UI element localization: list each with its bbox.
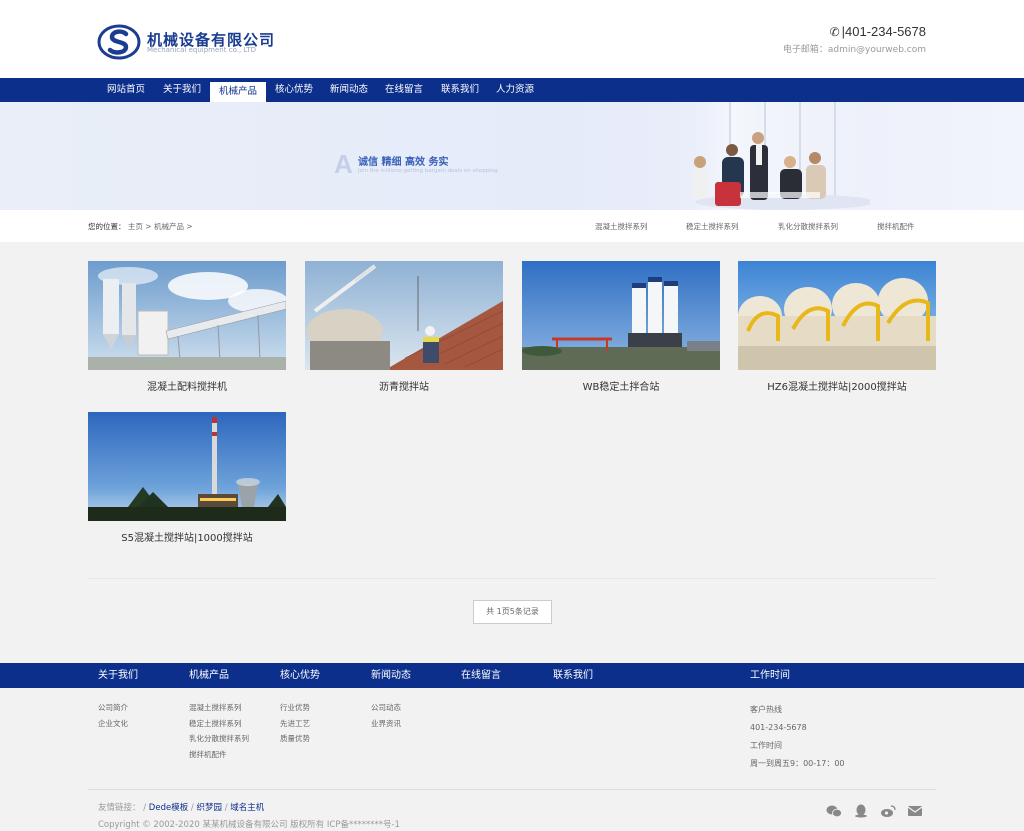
banner-slogan: 诚信 精细 高效 务实 (358, 157, 449, 168)
friend-link-dede[interactable]: Dede模板 (149, 803, 188, 813)
friend-link-zhimengyuan[interactable]: 织梦园 (196, 803, 222, 813)
footer-nav-products[interactable]: 机械产品 (189, 663, 229, 688)
nav-item-hr[interactable]: 人力资源 (487, 78, 543, 102)
subcat-concrete[interactable]: 混凝土搅拌系列 (595, 221, 648, 232)
nav-item-products[interactable]: 机械产品 (210, 82, 266, 102)
footer-col-advantage: 行业优势 先进工艺 质量优势 (280, 700, 310, 747)
product-image[interactable] (88, 261, 286, 370)
main-nav: 网站首页 关于我们 机械产品 核心优势 新闻动态 在线留言 联系我们 人力资源 (0, 78, 1024, 102)
product-name[interactable]: HZ6混凝土搅拌站|2000搅拌站 (738, 378, 936, 393)
qq-icon[interactable] (853, 804, 869, 818)
product-name[interactable]: 沥青搅拌站 (305, 378, 503, 393)
footer-link[interactable]: 质量优势 (280, 731, 310, 747)
product-card[interactable]: 沥青搅拌站 (305, 261, 503, 393)
product-image[interactable] (522, 261, 720, 370)
banner-letter: A (334, 149, 353, 179)
product-image[interactable] (305, 261, 503, 370)
pagination: 共 1页5条记录 (473, 600, 552, 624)
footer-nav-worktime: 工作时间 (750, 670, 790, 681)
footer-link[interactable]: 先进工艺 (280, 716, 310, 732)
subcat-stabilized[interactable]: 稳定土搅拌系列 (686, 221, 739, 232)
subcat-emulsion[interactable]: 乳化分散搅拌系列 (778, 221, 838, 232)
product-name[interactable]: WB稳定土拌合站 (522, 378, 720, 393)
company-name-en: Mechanical equipment co., LTD (147, 46, 257, 54)
worktime-value: 周一到周五9：00-17：00 (750, 759, 845, 768)
banner-subtitle: Join the millions getting bargain deals … (358, 168, 498, 174)
footer-col-products: 混凝土搅拌系列 稳定土搅拌系列 乳化分散搅拌系列 搅拌机配件 (189, 700, 249, 762)
footer-col-news: 公司动态 业界资讯 (371, 700, 401, 731)
breadcrumb-home[interactable]: 主页 (128, 222, 143, 231)
subcat-parts[interactable]: 搅拌机配件 (877, 221, 915, 232)
banner: A 诚信 精细 高效 务实 Join the millions getting … (0, 102, 1024, 210)
product-card[interactable]: WB稳定土拌合站 (522, 261, 720, 393)
footer-link[interactable]: 乳化分散搅拌系列 (189, 731, 249, 747)
breadcrumb-sep: > (186, 222, 193, 231)
link-sep: / (190, 803, 194, 813)
breadcrumb: 您的位置： 主页 > 机械产品 > (88, 221, 193, 232)
footer-link[interactable]: 稳定土搅拌系列 (189, 716, 249, 732)
friend-links: 友情链接： / Dede模板 / 织梦园 / 域名主机 (98, 801, 264, 813)
nav-item-news[interactable]: 新闻动态 (321, 78, 377, 102)
product-card[interactable]: S5混凝土搅拌站|1000搅拌站 (88, 412, 286, 544)
weibo-icon[interactable] (880, 804, 896, 818)
footer-link[interactable]: 公司简介 (98, 700, 128, 716)
mail-icon[interactable] (907, 804, 923, 818)
product-card[interactable]: 混凝土配料搅拌机 (88, 261, 286, 393)
worktime-label: 工作时间 (750, 741, 782, 750)
nav-item-message[interactable]: 在线留言 (376, 78, 432, 102)
breadcrumb-current[interactable]: 机械产品 (154, 222, 184, 231)
friend-link-domain[interactable]: 域名主机 (230, 803, 264, 813)
footer-nav-message[interactable]: 在线留言 (461, 663, 501, 688)
wechat-icon[interactable] (826, 804, 842, 818)
footer-nav: 关于我们 机械产品 核心优势 新闻动态 在线留言 联系我们 工作时间 (0, 663, 1024, 688)
phone-icon: ✆ (829, 25, 840, 39)
footer-nav-news[interactable]: 新闻动态 (371, 663, 411, 688)
copyright: Copyright © 2002-2020 某某机械设备有限公司 版权所有 IC… (98, 820, 400, 830)
product-card[interactable]: HZ6混凝土搅拌站|2000搅拌站 (738, 261, 936, 393)
breadcrumb-bar: 您的位置： 主页 > 机械产品 > 混凝土搅拌系列 稳定土搅拌系列 乳化分散搅拌… (0, 210, 1024, 242)
product-image[interactable] (738, 261, 936, 370)
nav-item-advantage[interactable]: 核心优势 (266, 78, 322, 102)
product-name[interactable]: S5混凝土搅拌站|1000搅拌站 (88, 529, 286, 544)
footer-nav-advantage[interactable]: 核心优势 (280, 663, 320, 688)
footer-work-info: 客户热线 401-234-5678 工作时间 周一到周五9：00-17：00 (750, 701, 845, 773)
breadcrumb-prefix: 您的位置： (88, 222, 126, 231)
header-phone: ✆ |401-234-5678 (829, 24, 926, 39)
product-image[interactable] (88, 412, 286, 521)
footer-nav-contact[interactable]: 联系我们 (553, 663, 593, 688)
nav-item-about[interactable]: 关于我们 (154, 78, 210, 102)
phone-number: 401-234-5678 (845, 24, 926, 39)
divider (88, 578, 936, 579)
hotline-label: 客户热线 (750, 705, 782, 714)
footer-divider (88, 789, 936, 790)
footer-link[interactable]: 企业文化 (98, 716, 128, 732)
nav-item-home[interactable]: 网站首页 (98, 78, 154, 102)
header-email: 电子邮箱：admin@yourweb.com (782, 45, 926, 55)
footer-link[interactable]: 业界资讯 (371, 716, 401, 732)
footer-link[interactable]: 公司动态 (371, 700, 401, 716)
breadcrumb-sep: > (145, 222, 152, 231)
footer-link[interactable]: 行业优势 (280, 700, 310, 716)
footer-link[interactable]: 搅拌机配件 (189, 747, 249, 763)
hotline-number: 401-234-5678 (750, 723, 807, 732)
link-sep: / (143, 803, 147, 813)
product-name[interactable]: 混凝土配料搅拌机 (88, 378, 286, 393)
link-sep: / (224, 803, 228, 813)
footer-nav-about[interactable]: 关于我们 (98, 663, 138, 688)
banner-meeting-photo (670, 102, 870, 210)
footer-col-about: 公司简介 企业文化 (98, 700, 128, 731)
friend-links-label: 友情链接： (98, 803, 141, 813)
nav-item-contact[interactable]: 联系我们 (432, 78, 488, 102)
company-logo-icon[interactable] (97, 24, 141, 60)
footer-link[interactable]: 混凝土搅拌系列 (189, 700, 249, 716)
